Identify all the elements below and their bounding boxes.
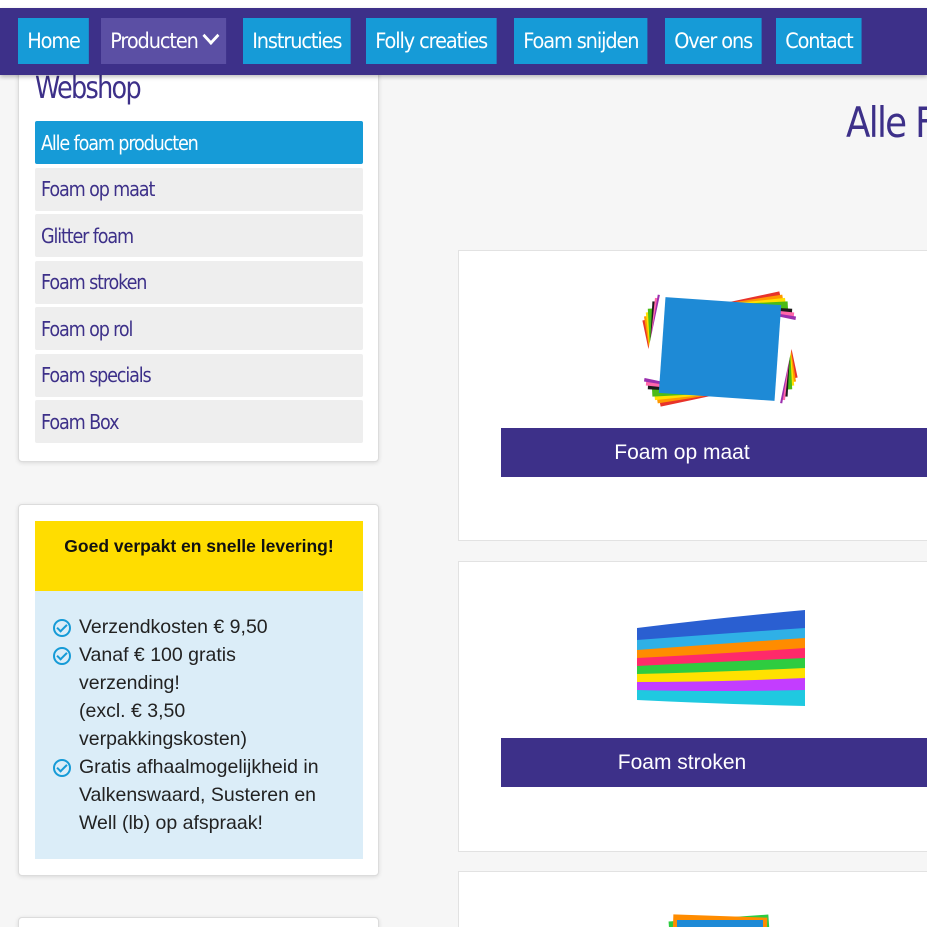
category-label: Foam stroken xyxy=(41,270,147,294)
category-foam-op-rol[interactable]: Foam op rol xyxy=(35,307,363,350)
shipping-text: verzending! xyxy=(79,672,180,694)
nav-contact-label: Contact xyxy=(785,29,854,53)
category-label: Foam op maat xyxy=(41,177,155,201)
shipping-text: (excl. € 3,50 xyxy=(79,700,186,722)
check-circle-icon xyxy=(53,641,79,753)
check-circle-icon xyxy=(53,613,79,641)
shipping-text: Valkenswaard, Susteren en xyxy=(79,784,317,806)
webshop-title: Webshop xyxy=(35,71,142,106)
category-glitter-foam[interactable]: Glitter foam xyxy=(35,214,363,257)
shipping-text: Gratis afhaalmogelijkheid in xyxy=(79,756,319,778)
shipping-text: Vanaf € 100 gratis xyxy=(79,644,236,666)
category-list: Alle foam producten Foam op maat Glitter… xyxy=(35,121,363,447)
nav-foam-snijden-label: Foam snijden xyxy=(523,29,639,53)
nav-folly-creaties[interactable]: Folly creaties xyxy=(366,18,497,64)
product-button[interactable]: Foam op maat xyxy=(501,428,927,477)
nav-folly-creaties-label: Folly creaties xyxy=(375,29,488,53)
top-bar: Home Producten Instructies Folly creatie… xyxy=(0,0,927,75)
nav-home[interactable]: Home xyxy=(18,18,90,64)
product-card-foam-stroken[interactable]: Foam stroken xyxy=(458,561,927,852)
shipping-text: Verzendkosten € 9,50 xyxy=(79,616,268,638)
nav-contact[interactable]: Contact xyxy=(775,18,862,64)
product-card-foam-op-maat[interactable]: Foam op maat xyxy=(458,250,927,541)
foam-sheets-image xyxy=(642,291,798,407)
category-label: Foam op rol xyxy=(41,316,133,341)
nav-instructies-label: Instructies xyxy=(252,29,343,53)
nav-menu: Home Producten Instructies Folly creatie… xyxy=(18,18,869,64)
product-button-label: Foam op maat xyxy=(614,440,750,464)
nav-foam-snijden[interactable]: Foam snijden xyxy=(513,18,648,64)
category-label: Foam specials xyxy=(41,363,152,387)
shipping-info-panel: Goed verpakt en snelle levering! Verzend… xyxy=(18,504,379,876)
page-title: Alle F xyxy=(846,98,927,147)
shipping-item: Verzendkosten € 9,50 xyxy=(53,613,363,641)
nav-over-ons-label: Over ons xyxy=(674,29,753,53)
category-label: Foam Box xyxy=(41,409,120,434)
shipping-item: Gratis afhaalmogelijkheid in Valkenswaar… xyxy=(53,753,363,837)
nav-producten-label: Producten xyxy=(110,29,199,53)
shipping-text: Well (lb) op afspraak! xyxy=(79,812,263,834)
shipping-heading: Goed verpakt en snelle levering! xyxy=(64,536,334,556)
category-foam-box[interactable]: Foam Box xyxy=(35,400,363,443)
check-circle-icon xyxy=(53,753,79,837)
nav-producten[interactable]: Producten xyxy=(101,18,227,64)
category-label: Alle foam producten xyxy=(41,130,199,155)
product-button[interactable]: Foam stroken xyxy=(501,738,927,787)
chevron-down-icon xyxy=(202,26,220,45)
shipping-item: Vanaf € 100 gratis verzending! (excl. € … xyxy=(53,641,363,753)
main-navigation: Home Producten Instructies Folly creatie… xyxy=(0,8,927,75)
product-button-label: Foam stroken xyxy=(617,750,747,774)
product-card-next[interactable] xyxy=(458,871,927,927)
shipping-text: verpakkingskosten) xyxy=(79,728,247,750)
nav-home-label: Home xyxy=(27,29,81,53)
shipping-heading-banner: Goed verpakt en snelle levering! xyxy=(35,521,363,591)
nav-over-ons[interactable]: Over ons xyxy=(665,18,762,64)
shipping-details: Verzendkosten € 9,50 Vanaf € 100 gratis … xyxy=(35,591,363,859)
category-foam-specials[interactable]: Foam specials xyxy=(35,353,363,397)
webshop-panel: Webshop Alle foam producten Foam op maat… xyxy=(18,60,379,462)
category-foam-stroken[interactable]: Foam stroken xyxy=(35,260,363,304)
category-alle-foam-producten[interactable]: Alle foam producten xyxy=(35,121,363,164)
category-foam-op-maat[interactable]: Foam op maat xyxy=(35,167,363,211)
nav-instructies[interactable]: Instructies xyxy=(243,18,351,64)
foam-product-image xyxy=(668,914,771,927)
sidebar-panel-next xyxy=(18,917,379,927)
foam-strips-image xyxy=(637,610,805,706)
category-label: Glitter foam xyxy=(41,223,134,248)
